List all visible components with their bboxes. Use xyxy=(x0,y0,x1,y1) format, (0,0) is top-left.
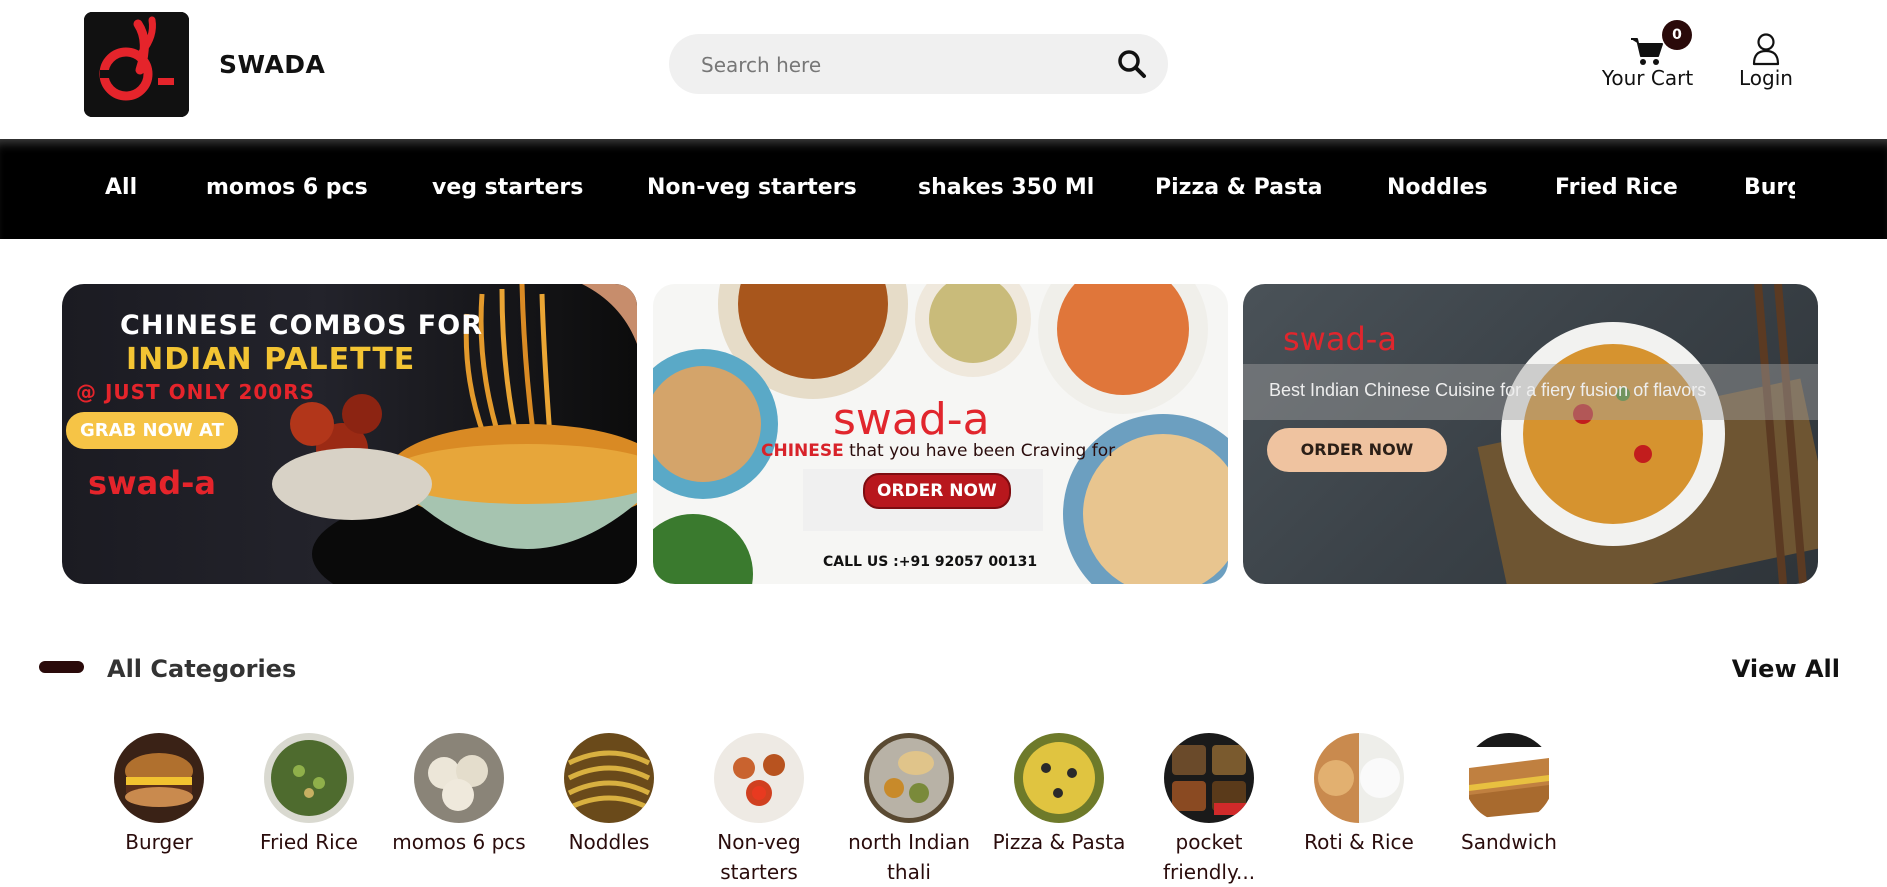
banner-3-brand: swad-a xyxy=(1283,320,1397,358)
category-pizza-pasta[interactable]: Pizza & Pasta xyxy=(984,733,1134,857)
category-image xyxy=(114,733,204,823)
category-label: Burger xyxy=(125,830,193,854)
categories-title: All Categories xyxy=(107,655,297,683)
category-label: momos 6 pcs xyxy=(392,830,526,854)
category-image xyxy=(1014,733,1104,823)
grab-now-button[interactable]: GRAB NOW AT xyxy=(66,412,238,449)
category-image xyxy=(1464,733,1554,823)
banner-order-now[interactable]: swad-a CHINESE that you have been Cravin… xyxy=(653,284,1228,584)
category-image xyxy=(264,733,354,823)
category-image xyxy=(864,733,954,823)
section-marker xyxy=(39,661,84,673)
nav-item-non-veg-starters[interactable]: Non-veg starters xyxy=(647,175,857,200)
nav-item-all[interactable]: All xyxy=(105,175,137,200)
category-non-veg-starters[interactable]: Non-veg starters xyxy=(684,733,834,887)
banner-3-tagline: Best Indian Chinese Cuisine for a fiery … xyxy=(1269,380,1707,400)
category-pocket-friendly[interactable]: pocket friendly... xyxy=(1134,733,1284,887)
banner-2-brand: swad-a xyxy=(833,394,990,445)
cart-icon xyxy=(1630,36,1664,66)
category-label: north Indian thali xyxy=(848,830,970,884)
banner-2-phone: CALL US :+91 92057 00131 xyxy=(823,554,1038,570)
nav-item-fried-rice[interactable]: Fried Rice xyxy=(1555,175,1678,200)
category-momos[interactable]: momos 6 pcs xyxy=(384,733,534,857)
cart-count-badge: 0 xyxy=(1662,20,1692,50)
category-image xyxy=(1164,733,1254,823)
nav-item-noddles[interactable]: Noddles xyxy=(1387,175,1488,200)
category-label: Fried Rice xyxy=(260,830,358,854)
category-image xyxy=(564,733,654,823)
login-label: Login xyxy=(1739,66,1793,90)
category-sandwich[interactable]: Sandwich xyxy=(1434,733,1584,857)
user-icon xyxy=(1751,32,1781,66)
category-label: pocket friendly... xyxy=(1162,830,1256,884)
category-image xyxy=(714,733,804,823)
category-north-indian-thali[interactable]: north Indian thali xyxy=(834,733,984,887)
banner-1-title: CHINESE COMBOS FOR xyxy=(120,310,483,341)
nav-item-shakes[interactable]: shakes 350 Ml xyxy=(918,175,1094,200)
category-label: Noddles xyxy=(568,830,650,854)
search-icon[interactable] xyxy=(1116,48,1148,80)
header: SWADA 0 Your Cart Login xyxy=(0,0,1887,139)
view-all-link[interactable]: View All xyxy=(1700,655,1840,683)
banner-2-tag-rest: that you have been Craving for xyxy=(843,441,1116,461)
banner-2-tagline: CHINESE that you have been Craving for xyxy=(761,441,1115,461)
banner-1-subtitle: INDIAN PALETTE xyxy=(126,342,416,377)
banner-chinese-combos[interactable]: CHINESE COMBOS FOR INDIAN PALETTE @ JUST… xyxy=(62,284,637,584)
banner-1-brand: swad-a xyxy=(88,464,216,502)
category-label: Sandwich xyxy=(1461,830,1557,854)
order-now-button[interactable]: ORDER NOW xyxy=(863,473,1011,509)
cart-label: Your Cart xyxy=(1601,66,1694,90)
category-fried-rice[interactable]: Fried Rice xyxy=(234,733,384,857)
category-roti-rice[interactable]: Roti & Rice xyxy=(1284,733,1434,857)
category-nav: All momos 6 pcs veg starters Non-veg sta… xyxy=(0,139,1887,239)
banner-2-tag-highlight: CHINESE xyxy=(761,441,844,461)
search-input[interactable] xyxy=(699,34,1103,96)
search-bar xyxy=(669,34,1168,96)
banner-1-price: @ JUST ONLY 200RS xyxy=(76,380,316,404)
nav-item-burger[interactable]: Burger xyxy=(1744,175,1795,200)
category-label: Roti & Rice xyxy=(1304,830,1414,854)
order-now-button-2[interactable]: ORDER NOW xyxy=(1267,428,1447,472)
category-label: Pizza & Pasta xyxy=(992,830,1126,854)
swada-logo[interactable] xyxy=(84,12,189,117)
category-label: Non-veg starters xyxy=(717,830,801,884)
login-button[interactable]: Login xyxy=(1726,20,1806,95)
cart-button[interactable]: 0 Your Cart xyxy=(1590,20,1705,95)
category-nav-track: All momos 6 pcs veg starters Non-veg sta… xyxy=(60,139,1795,239)
nav-item-veg-starters[interactable]: veg starters xyxy=(432,175,583,200)
brand-name: SWADA xyxy=(219,50,326,79)
banner-indian-chinese[interactable]: swad-a Best Indian Chinese Cuisine for a… xyxy=(1243,284,1818,584)
banner-3-band: Best Indian Chinese Cuisine for a fiery … xyxy=(1243,364,1818,420)
nav-item-pizza-pasta[interactable]: Pizza & Pasta xyxy=(1155,175,1322,200)
category-image xyxy=(1314,733,1404,823)
category-noddles[interactable]: Noddles xyxy=(534,733,684,857)
category-image xyxy=(414,733,504,823)
category-burger[interactable]: Burger xyxy=(84,733,234,857)
nav-item-momos[interactable]: momos 6 pcs xyxy=(206,175,368,200)
